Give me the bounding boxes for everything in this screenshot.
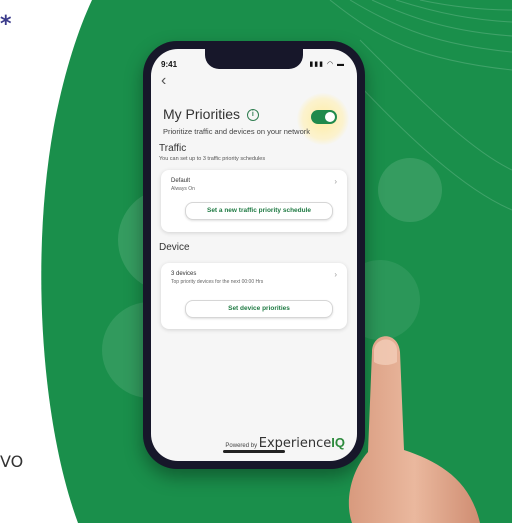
page-title: My Priorities i [163,106,259,122]
device-card-subtitle: Top priority devices for the next 00:00 … [171,279,264,285]
status-icons: ▮▮▮ ◠ ▬ [309,60,345,68]
signal-icon: ▮▮▮ [309,61,324,68]
phone-frame: 9:41 ▮▮▮ ◠ ▬ ‹ My Priorities i Prioritiz… [143,41,365,469]
powered-by: Powered by ExperienceIQ [151,435,357,451]
brand-suffix: IQ [331,435,345,450]
wifi-icon: ◠ [326,61,335,68]
brand-name: Experience [258,436,332,451]
set-traffic-schedule-button[interactable]: Set a new traffic priority schedule [185,202,333,220]
priorities-toggle[interactable] [311,110,337,124]
chevron-left-icon: ‹ [161,72,167,89]
set-device-priorities-button[interactable]: Set device priorities [185,300,333,318]
page-title-text: My Priorities [163,106,241,122]
home-indicator [223,450,285,453]
battery-icon: ▬ [337,61,345,68]
device-section-title: Device [159,242,190,253]
device-card-title: 3 devices [171,271,197,277]
powered-by-label: Powered by [225,443,258,449]
phone-notch [205,49,303,69]
traffic-card-subtitle: Always On [171,186,195,192]
app-screen: 9:41 ▮▮▮ ◠ ▬ ‹ My Priorities i Prioritiz… [151,49,357,461]
traffic-section-note: You can set up to 3 traffic priority sch… [159,156,266,162]
cropped-text-fragment: VO [0,452,24,471]
toggle-knob [325,112,335,122]
cropped-heading-fragment: * [0,12,12,37]
traffic-card-title: Default [171,178,191,184]
info-icon[interactable]: i [246,109,259,122]
status-time: 9:41 [161,60,178,69]
traffic-section-title: Traffic [159,143,187,154]
page-subtitle: Prioritize traffic and devices on your n… [163,127,311,136]
back-button[interactable]: ‹ [161,73,166,89]
chevron-right-icon: › [334,177,337,186]
device-card[interactable]: 3 devices Top priority devices for the n… [161,263,347,329]
chevron-right-icon: › [334,270,337,279]
traffic-card[interactable]: Default Always On › Set a new traffic pr… [161,170,347,232]
